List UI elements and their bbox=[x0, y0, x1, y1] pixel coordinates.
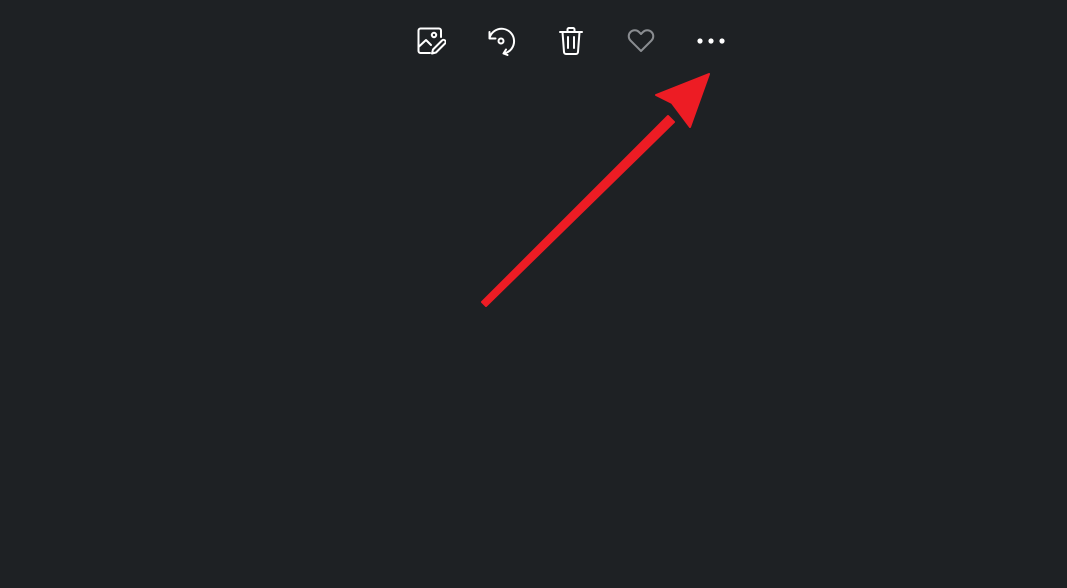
edit-image-icon bbox=[417, 27, 446, 55]
arrow-head bbox=[655, 73, 710, 128]
red-arrow-annotation bbox=[481, 73, 710, 307]
rotate-button[interactable] bbox=[480, 20, 522, 62]
rotate-icon bbox=[488, 27, 516, 56]
photo-viewer-window bbox=[0, 0, 1067, 588]
trash-icon bbox=[559, 27, 583, 55]
image-toolbar bbox=[410, 20, 740, 62]
more-options-button[interactable] bbox=[690, 20, 732, 62]
more-options-icon bbox=[697, 38, 725, 44]
delete-button[interactable] bbox=[550, 20, 592, 62]
heart-icon bbox=[627, 29, 655, 52]
favorite-button[interactable] bbox=[620, 20, 662, 62]
edit-image-button[interactable] bbox=[410, 20, 452, 62]
arrow-shaft bbox=[481, 115, 675, 307]
